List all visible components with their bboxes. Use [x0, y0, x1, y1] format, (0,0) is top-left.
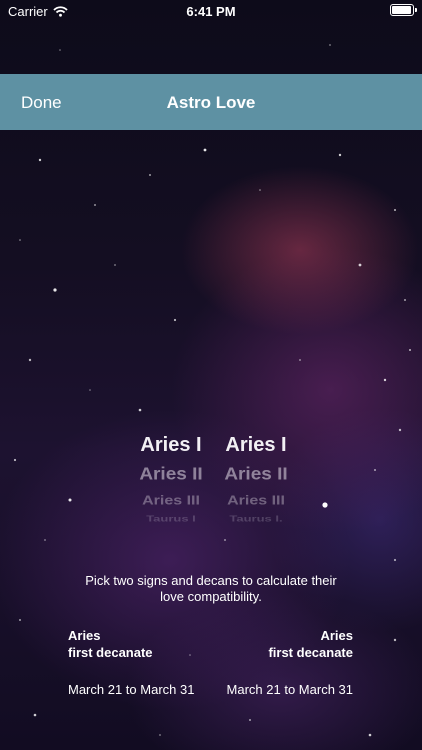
left-decanate: first decanate [68, 645, 153, 660]
right-decanate: first decanate [268, 645, 353, 660]
instructions-text: Pick two signs and decans to calculate t… [60, 573, 362, 605]
instructions-line: Pick two signs and decans to calculate t… [85, 573, 337, 588]
left-date-range: March 21 to March 31 [68, 682, 195, 697]
navigation-bar: Done Astro Love [0, 74, 422, 130]
page-title: Astro Love [166, 93, 256, 112]
left-sign-info: Aries first decanate [68, 627, 153, 661]
status-time: 6:41 PM [186, 4, 236, 19]
picker-row[interactable]: Taurus I. [201, 515, 311, 523]
battery-icon [390, 4, 417, 16]
instructions-line: love compatibility. [160, 589, 262, 604]
right-date-range: March 21 to March 31 [226, 682, 353, 697]
picker-row-selected[interactable]: Aries I [201, 430, 311, 460]
right-sign-name: Aries [320, 628, 353, 643]
left-sign-name: Aries [68, 628, 101, 643]
picker-row[interactable]: Aries II [201, 461, 311, 489]
battery-fill [392, 6, 411, 14]
right-sign-picker[interactable]: Aries I Aries II Aries III Taurus I. [201, 430, 311, 526]
status-bar: Carrier 6:41 PM [0, 0, 422, 24]
picker-row[interactable]: Aries III [201, 492, 311, 510]
right-sign-info: Aries first decanate [268, 627, 353, 661]
